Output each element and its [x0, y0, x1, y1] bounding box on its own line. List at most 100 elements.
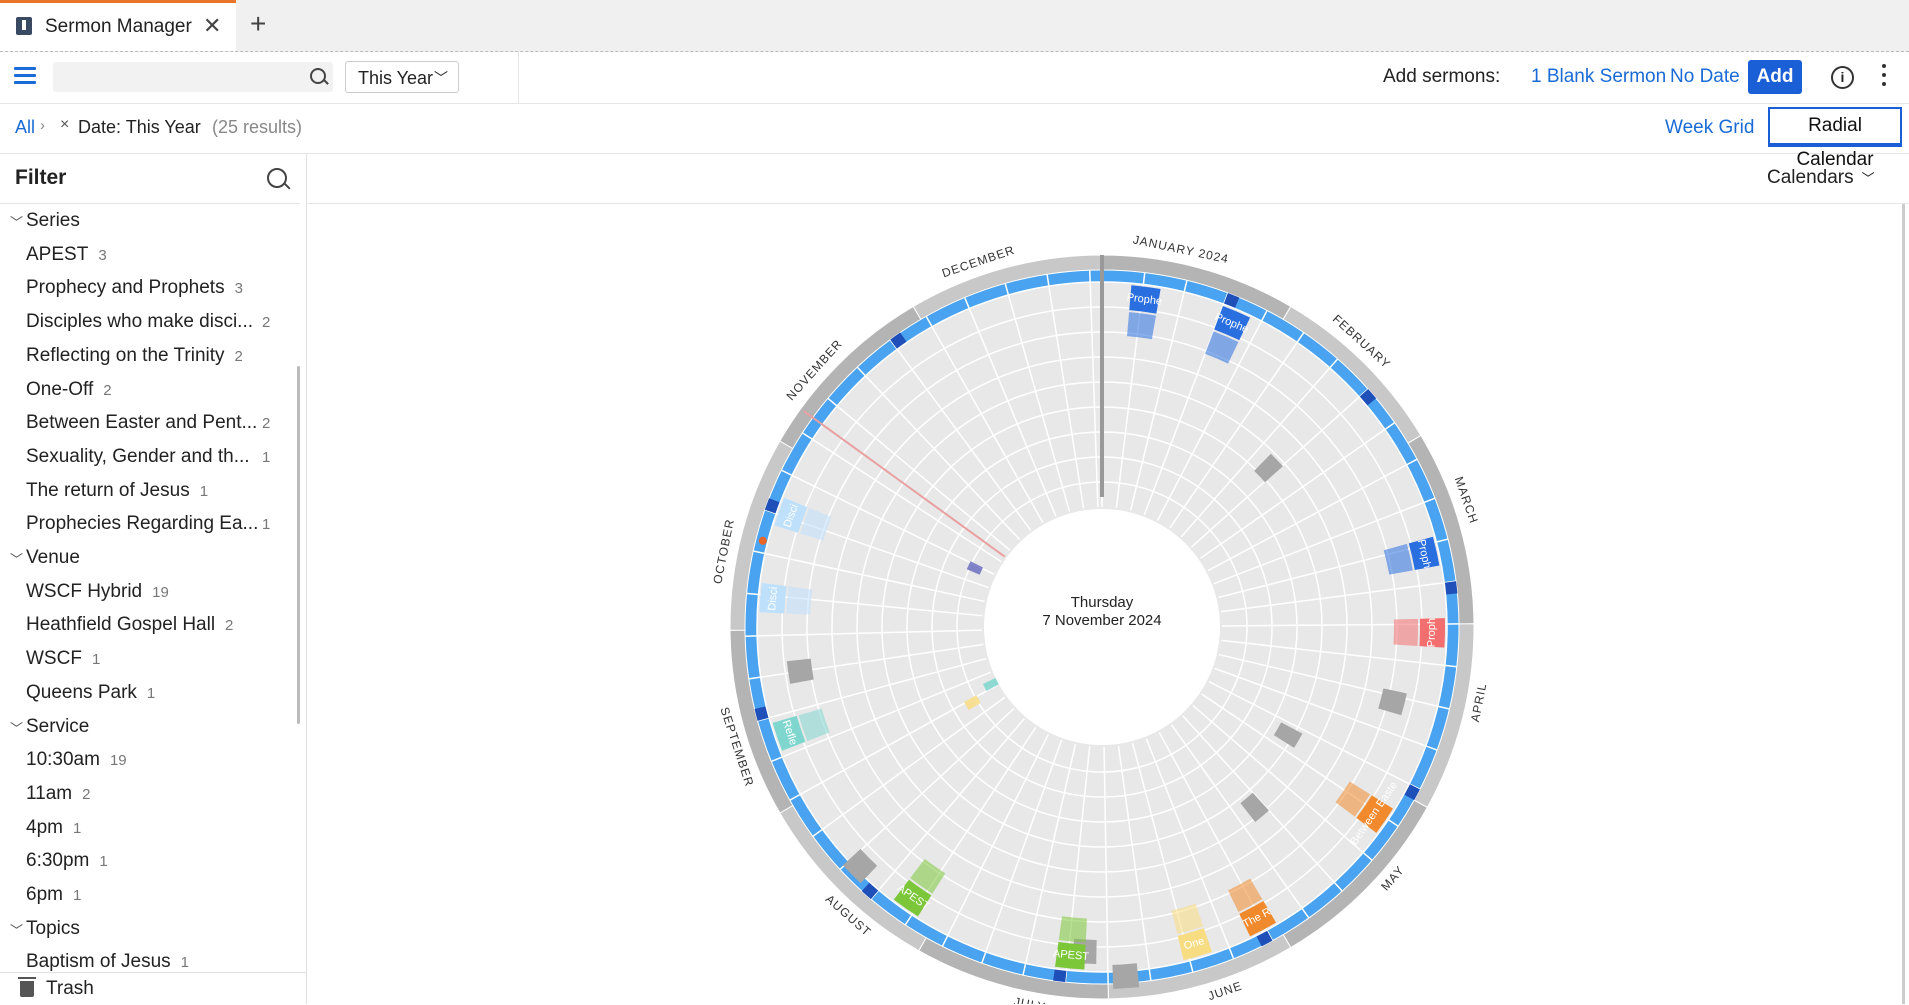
- month-label: APRIL: [1468, 682, 1490, 724]
- sermon-label: Disci: [766, 586, 780, 611]
- sermon-label: Proph: [1426, 618, 1439, 648]
- week-mark: [1053, 969, 1066, 982]
- sidebar-scrollbar[interactable]: [297, 366, 300, 724]
- filter-item-label: The return of Jesus1: [26, 480, 208, 502]
- sermon-manager-icon: [16, 17, 32, 35]
- filter-item[interactable]: Heathfield Gospel Hall2: [0, 612, 300, 642]
- filter-item-count: 1: [73, 820, 81, 837]
- toolbar-divider: [518, 52, 519, 103]
- sermon-block-shadow: [786, 586, 812, 614]
- filter-item-label: 10:30am19: [26, 749, 127, 771]
- filter-section-series[interactable]: ﹀Series: [0, 208, 300, 238]
- filter-item[interactable]: APEST3: [0, 242, 300, 272]
- filter-item-label: One-Off2: [26, 379, 112, 401]
- filter-item-count: 1: [147, 685, 155, 702]
- breadcrumb-separator: ›: [40, 117, 45, 134]
- filter-item-label: Prophecies Regarding Ea...: [26, 513, 258, 535]
- filter-title: Filter: [15, 166, 66, 190]
- sermon-block-shadow: [1127, 312, 1156, 339]
- filter-item[interactable]: 10:30am19: [0, 747, 300, 777]
- date-range-select[interactable]: This Year ﹀: [345, 61, 459, 93]
- filter-item[interactable]: 6pm1: [0, 882, 300, 912]
- week-mark: [1444, 581, 1457, 594]
- filter-item[interactable]: Baptism of Jesus1: [0, 949, 300, 972]
- tab-bar: Sermon Manager ✕ +: [0, 0, 1909, 52]
- filter-search-icon[interactable]: [267, 168, 287, 188]
- trash-icon: [20, 981, 34, 997]
- chevron-down-icon: ﹀: [10, 212, 23, 231]
- remove-filter-icon[interactable]: ×: [60, 116, 69, 134]
- filter-section-label: Topics: [26, 918, 80, 940]
- filter-item-label: Sexuality, Gender and th...: [26, 446, 250, 468]
- center-date: 7 November 2024: [1042, 612, 1161, 629]
- no-date-link[interactable]: No Date: [1670, 66, 1740, 88]
- filter-item[interactable]: Prophecies Regarding Ea...1: [0, 511, 300, 541]
- toolbar: This Year ﹀ Add sermons: 1 Blank Sermon …: [0, 52, 1909, 104]
- filter-item-count: 1: [181, 954, 189, 971]
- date-range-value: This Year: [358, 68, 433, 88]
- filter-item-count: 19: [110, 752, 127, 769]
- filter-section-service[interactable]: ﹀Service: [0, 714, 300, 744]
- filter-item-count: 1: [92, 651, 100, 668]
- search-icon[interactable]: [310, 68, 326, 84]
- week-grid-view-link[interactable]: Week Grid: [1665, 117, 1754, 139]
- filter-section-label: Series: [26, 210, 80, 232]
- filter-item-label: Baptism of Jesus1: [26, 951, 189, 972]
- filter-item[interactable]: Prophecy and Prophets3: [0, 275, 300, 305]
- hamburger-menu-icon[interactable]: [14, 67, 36, 85]
- today-dot: [759, 537, 767, 545]
- center-day: Thursday: [1071, 594, 1134, 611]
- chevron-down-icon: ﹀: [434, 62, 448, 94]
- filter-item-label: 4pm1: [26, 817, 81, 839]
- filter-item-count: 3: [235, 280, 243, 297]
- chevron-down-icon: ﹀: [10, 549, 23, 568]
- filter-item[interactable]: WSCF Hybrid19: [0, 579, 300, 609]
- close-tab-icon[interactable]: ✕: [203, 13, 221, 39]
- breadcrumb-all-link[interactable]: All: [15, 117, 35, 138]
- add-sermons-label: Add sermons:: [1383, 66, 1500, 88]
- filter-item-label: APEST3: [26, 244, 107, 266]
- filter-item[interactable]: Queens Park1: [0, 680, 300, 710]
- filter-item-count: 2: [262, 415, 270, 432]
- new-tab-icon[interactable]: +: [250, 8, 266, 40]
- filter-item-count: 2: [225, 617, 233, 634]
- filter-item[interactable]: The return of Jesus1: [0, 478, 300, 508]
- filter-item[interactable]: 6:30pm1: [0, 848, 300, 878]
- filter-item-count: 2: [262, 314, 270, 331]
- main-scrollbar[interactable]: [1902, 204, 1905, 1004]
- filter-item-count: 19: [152, 584, 169, 601]
- trash-item[interactable]: Trash: [0, 972, 306, 1005]
- blank-sermon-link[interactable]: 1 Blank Sermon: [1531, 66, 1666, 88]
- add-button[interactable]: Add: [1748, 60, 1802, 94]
- sermon-placeholder: [1112, 963, 1139, 989]
- filter-section-venue[interactable]: ﹀Venue: [0, 545, 300, 575]
- radial-calendar[interactable]: ProphePropheProphProphBetween EasteThe R…: [307, 154, 1897, 1004]
- filter-section-label: Service: [26, 716, 89, 738]
- radial-calendar-view-button[interactable]: Radial Calendar: [1768, 107, 1902, 147]
- filter-item[interactable]: 4pm1: [0, 815, 300, 845]
- filter-list[interactable]: ﹀SeriesAPEST3Prophecy and Prophets3Disci…: [0, 203, 300, 972]
- filter-item-label: Heathfield Gospel Hall2: [26, 614, 233, 636]
- search-input[interactable]: [53, 62, 333, 92]
- filter-item[interactable]: 11am2: [0, 781, 300, 811]
- filter-item-label: 6pm1: [26, 884, 81, 906]
- filter-item-label: Between Easter and Pent...: [26, 412, 257, 434]
- more-options-icon[interactable]: [1882, 64, 1886, 91]
- filter-item-label: Reflecting on the Trinity2: [26, 345, 243, 367]
- filter-item[interactable]: Reflecting on the Trinity2: [0, 343, 300, 373]
- filter-item[interactable]: Sexuality, Gender and th...1: [0, 444, 300, 474]
- trash-label: Trash: [46, 978, 94, 1000]
- filter-item-count: 2: [82, 786, 90, 803]
- sermon-placeholder: [787, 659, 814, 684]
- filter-item[interactable]: Disciples who make disci... 2: [0, 309, 300, 339]
- filter-item[interactable]: One-Off2: [0, 377, 300, 407]
- filter-item[interactable]: Between Easter and Pent... 2: [0, 410, 300, 440]
- filter-section-topics[interactable]: ﹀Topics: [0, 916, 300, 946]
- filter-item-count: 3: [98, 247, 106, 264]
- info-icon[interactable]: i: [1831, 66, 1854, 89]
- chevron-down-icon: ﹀: [10, 718, 23, 737]
- sermon-block-shadow: [1393, 619, 1418, 646]
- filter-item-label: Disciples who make disci...: [26, 311, 253, 333]
- filter-item[interactable]: WSCF1: [0, 646, 300, 676]
- tab-sermon-manager[interactable]: Sermon Manager ✕: [0, 0, 236, 51]
